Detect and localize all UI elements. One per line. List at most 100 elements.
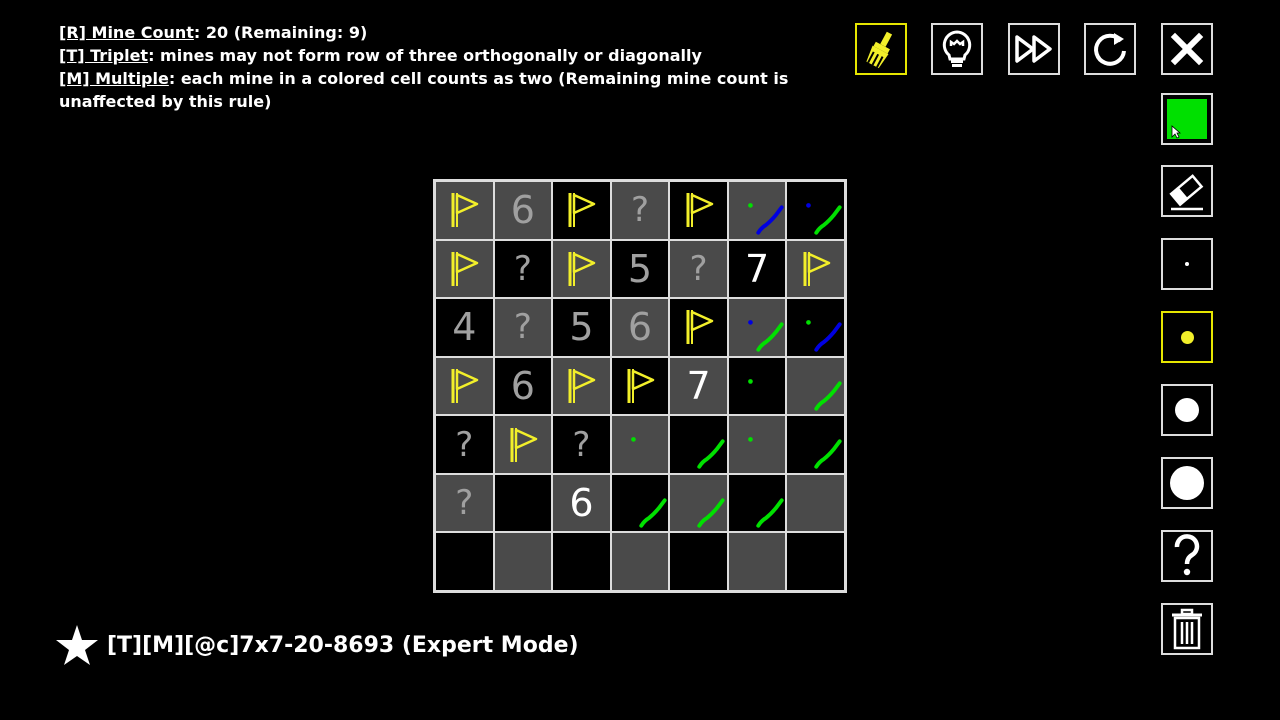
board-cell[interactable]: [669, 415, 728, 474]
board-cell[interactable]: [610, 415, 670, 474]
trash-button[interactable]: [1161, 603, 1213, 655]
board-cell[interactable]: ?: [493, 239, 553, 299]
pen-mark: [697, 498, 725, 528]
board-cell[interactable]: 6: [493, 181, 553, 240]
pen-mark: [630, 437, 636, 443]
board-cell[interactable]: [727, 356, 787, 416]
cell-number: 6: [510, 188, 535, 233]
paintbrush-button[interactable]: [855, 23, 907, 75]
trash-icon: [1172, 608, 1202, 650]
hint-button[interactable]: [931, 23, 983, 75]
board-cell[interactable]: 5: [552, 298, 611, 357]
board-cell[interactable]: [786, 415, 845, 474]
dot-large-button[interactable]: [1161, 457, 1213, 509]
color-swatch-button[interactable]: [1161, 93, 1213, 145]
board-cell[interactable]: [786, 532, 845, 591]
board-cell[interactable]: 4: [435, 298, 494, 357]
rule-mine-count: [R] Mine Count: 20 (Remaining: 9): [59, 23, 368, 42]
board-cell[interactable]: [669, 298, 728, 357]
dot-medium: [1175, 398, 1199, 422]
board-cell[interactable]: [786, 298, 845, 357]
question-icon: [1174, 534, 1200, 576]
eraser-button[interactable]: [1161, 165, 1213, 217]
pen-mark: [814, 439, 843, 469]
board-cell[interactable]: [552, 239, 611, 299]
question-button[interactable]: [1161, 530, 1213, 582]
cell-number: 5: [569, 305, 594, 350]
board-cell[interactable]: [727, 473, 787, 533]
pen-mark: [747, 320, 784, 352]
pen-mark: [697, 439, 725, 469]
close-button[interactable]: [1161, 23, 1213, 75]
board-cell[interactable]: [727, 415, 787, 474]
dot-small-button[interactable]: [1161, 311, 1213, 363]
flag-icon: [803, 251, 830, 286]
unknown-mark: ?: [513, 307, 532, 348]
cell-number: 4: [452, 305, 477, 350]
dot-medium-button[interactable]: [1161, 384, 1213, 436]
board-cell[interactable]: ?: [435, 415, 494, 474]
flag-icon: [568, 368, 596, 403]
flag-icon: [451, 368, 479, 403]
close-icon: [1170, 32, 1204, 66]
pen-mark: [639, 498, 667, 528]
board-cell[interactable]: ?: [669, 239, 728, 299]
board-cell[interactable]: [610, 473, 670, 533]
board-cell[interactable]: [786, 239, 845, 299]
board-cell[interactable]: [610, 532, 670, 591]
board-cell[interactable]: ?: [552, 415, 611, 474]
board-cell[interactable]: [727, 181, 787, 240]
board-cell[interactable]: [493, 415, 553, 474]
cell-number: 6: [510, 363, 535, 408]
board-cell[interactable]: [493, 532, 553, 591]
board-cell[interactable]: [493, 473, 553, 533]
flag-icon: [686, 193, 713, 228]
board-cell[interactable]: ?: [435, 473, 494, 533]
dot-tiny-button[interactable]: [1161, 238, 1213, 290]
board-cell[interactable]: [727, 298, 787, 357]
unknown-mark: ?: [572, 424, 591, 465]
footer: [T][M][@c]7x7-20-8693 (Expert Mode): [55, 624, 579, 666]
board-cell[interactable]: [610, 356, 670, 416]
board-cell[interactable]: [727, 532, 787, 591]
board-cell[interactable]: [435, 532, 494, 591]
dot-large: [1170, 466, 1204, 500]
restart-button[interactable]: [1084, 23, 1136, 75]
board-cell[interactable]: 6: [610, 298, 670, 357]
flag-icon: [686, 310, 713, 345]
unknown-mark: ?: [455, 483, 474, 524]
board-cell[interactable]: [435, 181, 494, 240]
cell-number: 7: [686, 363, 711, 408]
unknown-mark: ?: [630, 190, 650, 231]
eraser-icon: [1169, 174, 1204, 211]
board-cell[interactable]: 6: [493, 356, 553, 416]
board-cell[interactable]: ?: [610, 181, 670, 240]
paintbrush-icon: [866, 31, 893, 69]
board-cell[interactable]: [435, 356, 494, 416]
fast-forward-button[interactable]: [1008, 23, 1060, 75]
cell-number: 6: [569, 481, 594, 526]
board-cell[interactable]: 7: [669, 356, 728, 416]
star-icon: [56, 625, 98, 665]
flag-icon: [451, 251, 479, 286]
board-cell[interactable]: ?: [493, 298, 553, 357]
cell-number: 6: [627, 305, 653, 350]
flag-icon: [568, 193, 596, 228]
board-cell[interactable]: [552, 532, 611, 591]
board-cell[interactable]: [786, 473, 845, 533]
board-cell[interactable]: [552, 181, 611, 240]
flag-icon: [568, 251, 596, 286]
board-cell[interactable]: [786, 356, 845, 416]
board-cell[interactable]: 5: [610, 239, 670, 299]
board-cell[interactable]: [435, 239, 494, 299]
board-cell[interactable]: 7: [727, 239, 787, 299]
board-cell[interactable]: 6: [552, 473, 611, 533]
puzzle-title: [T][M][@c]7x7-20-8693 (Expert Mode): [107, 632, 579, 658]
board-cell[interactable]: [669, 181, 728, 240]
board-cell[interactable]: [552, 356, 611, 416]
unknown-mark: ?: [513, 248, 532, 289]
board-cell[interactable]: [786, 181, 845, 240]
board-cell[interactable]: [669, 532, 728, 591]
rules-panel: [R] Mine Count: 20 (Remaining: 9) [T] Tr…: [59, 21, 829, 113]
board-cell[interactable]: [669, 473, 728, 533]
